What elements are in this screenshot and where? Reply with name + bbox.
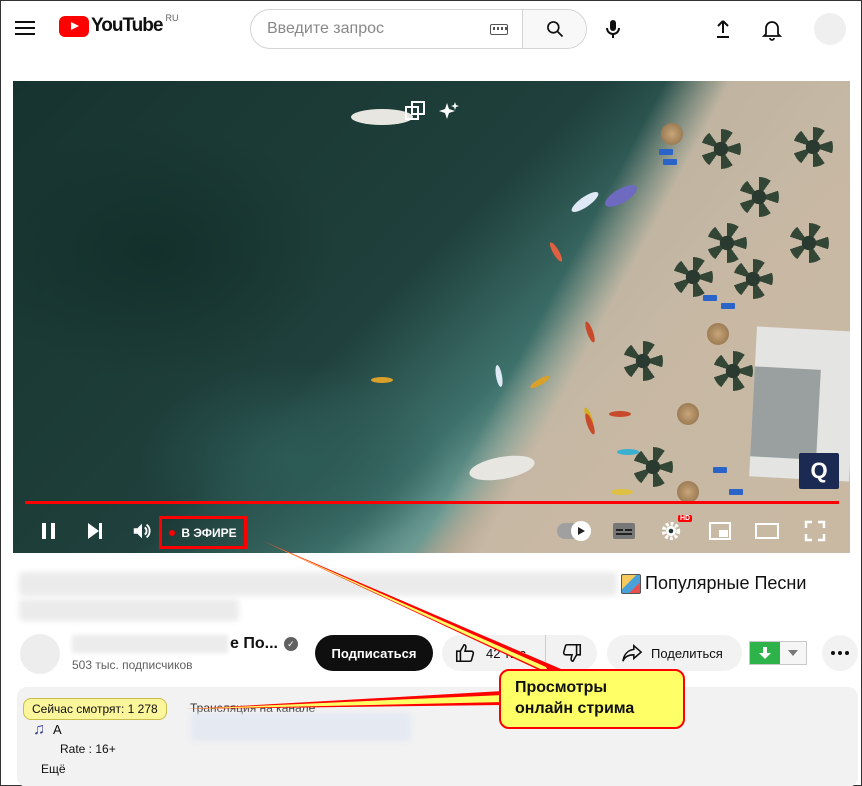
subscriber-count: 503 тыс. подписчиков (72, 658, 193, 672)
bell-icon[interactable] (760, 17, 784, 41)
description-text: А (53, 722, 62, 737)
play-icon (571, 521, 591, 541)
theater-mode-icon[interactable] (752, 516, 782, 546)
keyboard-icon[interactable] (490, 23, 508, 35)
verified-check-icon: ✓ (283, 637, 298, 651)
thumbs-down-icon (562, 643, 581, 663)
download-options-button[interactable] (780, 642, 806, 664)
caret-down-icon (788, 650, 798, 656)
autoplay-toggle[interactable] (557, 521, 591, 541)
like-count: 42 тыс. (486, 645, 530, 661)
callout-line-1: Просмотры (515, 679, 608, 696)
video-player[interactable]: Q В ЭФИРЕ HD (13, 81, 850, 553)
hd-badge: HD (678, 515, 693, 522)
download-button[interactable] (750, 642, 780, 664)
like-button[interactable]: 42 тыс. (442, 635, 546, 671)
share-arrow-icon (622, 644, 643, 662)
callout-line-2: онлайн стрима (515, 700, 635, 717)
miniplayer-overlay-icon[interactable] (403, 99, 427, 123)
dislike-button[interactable] (546, 635, 597, 671)
video-frame: Q (13, 81, 850, 553)
video-title-text: Популярные Песни (645, 573, 807, 593)
download-arrow-icon (759, 647, 771, 659)
progress-bar[interactable] (25, 501, 839, 504)
live-label: В ЭФИРЕ (181, 525, 237, 540)
concurrent-viewers: Сейчас смотрят: 1 278 (23, 698, 167, 720)
show-more-link[interactable]: Ещё (41, 762, 66, 776)
menu-icon[interactable] (13, 17, 37, 41)
channel-name[interactable]: е По... (230, 635, 278, 653)
pause-icon[interactable] (34, 516, 64, 546)
subscribe-button[interactable]: Подписаться (315, 635, 433, 671)
logo-text: YouTube (91, 15, 163, 36)
share-label: Поделиться (651, 645, 723, 661)
more-dots-icon (831, 651, 849, 655)
description-blur (191, 713, 411, 741)
download-extension (749, 641, 807, 665)
youtube-logo-icon (59, 15, 89, 37)
search-input[interactable] (251, 10, 490, 48)
sparkle-icon[interactable] (437, 99, 461, 123)
fullscreen-icon[interactable] (800, 516, 830, 546)
channel-watermark[interactable]: Q (799, 453, 839, 489)
subtitles-icon[interactable] (609, 516, 639, 546)
channel-name-blur (72, 635, 228, 653)
upload-icon[interactable] (711, 17, 735, 41)
youtube-logo[interactable]: YouTube RU (59, 13, 179, 37)
top-header: YouTube RU (1, 1, 861, 57)
rate-text: Rate : 16+ (60, 742, 116, 756)
search-button[interactable] (522, 10, 586, 48)
logo-country: RU (165, 13, 179, 23)
player-controls: В ЭФИРЕ HD (13, 513, 850, 549)
music-note-icon: ♫ (33, 721, 45, 738)
video-title: Популярные Песни (621, 573, 806, 594)
channel-avatar[interactable] (20, 634, 60, 674)
miniplayer-icon[interactable] (705, 516, 735, 546)
title-blur-2 (19, 599, 239, 621)
mic-icon[interactable] (601, 17, 625, 41)
volume-icon[interactable] (127, 516, 157, 546)
search-icon (546, 21, 563, 38)
channel-name-row: е По... ✓ (72, 635, 298, 653)
live-dot-icon (169, 529, 176, 536)
like-dislike-group: 42 тыс. (442, 635, 597, 671)
account-avatar[interactable] (814, 13, 846, 45)
live-indicator[interactable]: В ЭФИРЕ (159, 516, 247, 549)
thumbs-up-icon (455, 643, 475, 663)
search-box (250, 9, 587, 49)
title-blur (19, 572, 617, 596)
share-button[interactable]: Поделиться (607, 635, 742, 671)
callout-annotation: Просмотры онлайн стрима (499, 669, 685, 729)
next-icon[interactable] (80, 516, 110, 546)
beach-emoji-icon (621, 573, 641, 594)
more-actions-button[interactable] (822, 635, 858, 671)
